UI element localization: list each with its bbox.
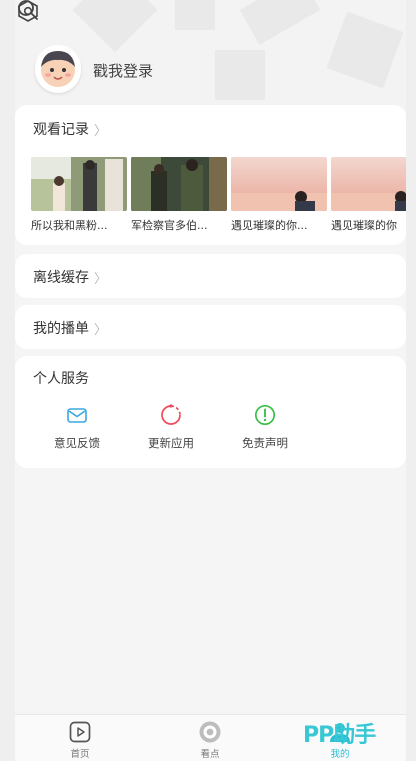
disclaimer-button[interactable]: 免责声明 <box>225 404 305 451</box>
thumbnail-image <box>331 157 406 211</box>
tab-discover-label: 看点 <box>200 749 220 760</box>
play-square-icon <box>69 721 91 743</box>
history-caption: 所以我和黑粉... <box>31 219 108 232</box>
thumbnail-image <box>231 157 327 211</box>
feedback-label: 意见反馈 <box>54 436 100 450</box>
chevron-right-icon: 〉 <box>94 322 108 338</box>
refresh-icon <box>161 404 181 425</box>
offline-cache-title: 离线缓存 <box>33 270 89 286</box>
history-caption: 遇见璀璨的你 <box>331 219 397 232</box>
tab-home[interactable]: 首页 <box>50 720 110 760</box>
watch-history-card: 观看记录 〉 所以我和黑粉... 军检察官多伯... 遇见璀璨的你... 遇见璀… <box>15 105 406 245</box>
my-playlist-card[interactable]: 我的播单 〉 <box>15 305 406 349</box>
my-playlist-title: 我的播单 <box>33 321 89 337</box>
history-item[interactable]: 军检察官多伯... <box>131 157 227 233</box>
app-screen: 戳我登录 观看记录 〉 所以我和黑粉... 军检察官多伯... 遇见璀璨的你..… <box>15 0 406 761</box>
avatar[interactable] <box>35 45 81 93</box>
login-row[interactable]: 戳我登录 <box>35 45 153 95</box>
history-list: 所以我和黑粉... 军检察官多伯... 遇见璀璨的你... 遇见璀璨的你 <box>31 157 406 237</box>
history-item[interactable]: 所以我和黑粉... <box>31 157 127 233</box>
view-circle-icon <box>199 721 221 743</box>
feedback-button[interactable]: 意见反馈 <box>37 404 117 451</box>
history-thumbnail[interactable] <box>331 157 406 211</box>
exclamation-circle-icon <box>254 404 276 426</box>
personal-services-card: 个人服务 意见反馈 更新应用 免责声明 <box>15 356 406 468</box>
personal-services-title: 个人服务 <box>33 371 89 387</box>
mail-icon <box>67 408 87 423</box>
disclaimer-label: 免责声明 <box>242 436 288 450</box>
history-thumbnail[interactable] <box>231 157 327 211</box>
thumbnail-image <box>131 157 227 211</box>
offline-cache-header[interactable]: 离线缓存 〉 <box>33 267 107 287</box>
watch-history-header[interactable]: 观看记录 〉 <box>33 119 107 139</box>
history-item[interactable]: 遇见璀璨的你 <box>331 157 406 233</box>
thumbnail-image <box>31 157 127 211</box>
history-thumbnail[interactable] <box>131 157 227 211</box>
offline-cache-card[interactable]: 离线缓存 〉 <box>15 254 406 298</box>
chevron-right-icon: 〉 <box>94 271 108 287</box>
header-background: 戳我登录 <box>15 0 406 110</box>
tab-discover[interactable]: 看点 <box>180 720 240 760</box>
login-label[interactable]: 戳我登录 <box>93 60 153 81</box>
tab-home-label: 首页 <box>70 749 90 760</box>
chevron-right-icon: 〉 <box>94 123 108 139</box>
update-app-label: 更新应用 <box>148 436 194 450</box>
settings-icon[interactable] <box>15 0 41 26</box>
history-item[interactable]: 遇见璀璨的你... <box>231 157 327 233</box>
history-caption: 军检察官多伯... <box>131 219 208 232</box>
update-app-button[interactable]: 更新应用 <box>131 404 211 451</box>
watch-history-title: 观看记录 <box>33 122 89 138</box>
pp-assistant-watermark: PP助手 <box>303 723 376 748</box>
history-thumbnail[interactable] <box>31 157 127 211</box>
cartoon-avatar-icon <box>35 45 81 91</box>
history-caption: 遇见璀璨的你... <box>231 219 308 232</box>
my-playlist-header[interactable]: 我的播单 〉 <box>33 318 107 338</box>
